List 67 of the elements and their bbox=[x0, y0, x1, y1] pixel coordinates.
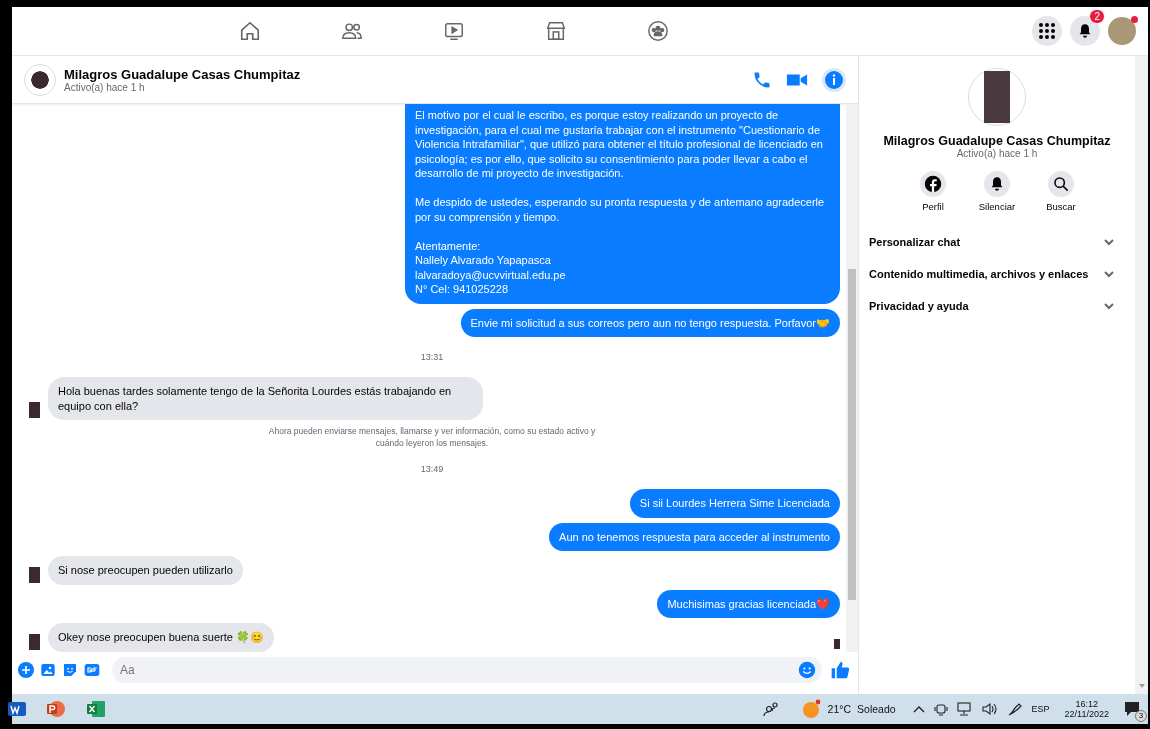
network-icon[interactable] bbox=[956, 702, 973, 716]
account-avatar[interactable] bbox=[1108, 17, 1136, 45]
temperature: 21°C bbox=[827, 703, 852, 715]
shop-icon bbox=[545, 20, 567, 42]
thumbs-up-icon[interactable] bbox=[830, 660, 850, 680]
section-header[interactable]: Contenido multimedia, archivos y enlaces bbox=[859, 258, 1135, 290]
received-message: Hola buenas tardes solamente tengo de la Señorita Lourdes estás trabajando en equipo con ella? bbox=[48, 377, 483, 420]
mute-button[interactable] bbox=[984, 171, 1010, 197]
image-icon[interactable] bbox=[40, 662, 56, 678]
received-message: Okey nose preocupen buena suerte 🍀😊 bbox=[48, 623, 274, 652]
weather-condition: Soleado bbox=[857, 703, 896, 715]
sun-icon[interactable] bbox=[801, 699, 822, 719]
info-icon[interactable] bbox=[822, 67, 846, 92]
plus-icon[interactable] bbox=[18, 662, 34, 678]
video-icon bbox=[443, 20, 465, 42]
notification-count: 3 bbox=[1135, 710, 1147, 722]
contact-status: Activo(a) hace 1 h bbox=[64, 81, 145, 93]
sender-avatar bbox=[29, 402, 40, 418]
action-label: Perfil bbox=[922, 201, 944, 212]
read-receipt-avatar bbox=[834, 638, 840, 649]
chevron-up-icon[interactable] bbox=[912, 704, 925, 714]
timestamp: 13:49 bbox=[420, 463, 444, 476]
people-icon bbox=[341, 20, 363, 42]
received-message: Si nose preocupen pueden utilizarlo bbox=[48, 556, 243, 585]
bell-icon bbox=[989, 176, 1005, 192]
profile-status: Activo(a) hace 1 h bbox=[956, 148, 1038, 159]
pen-icon[interactable] bbox=[1006, 701, 1023, 717]
powerpoint-app-icon[interactable] bbox=[46, 699, 66, 719]
action-label: Buscar bbox=[1046, 201, 1076, 212]
grid-icon bbox=[1038, 22, 1056, 40]
apps-menu-button[interactable] bbox=[1032, 16, 1062, 46]
speaker-icon[interactable] bbox=[981, 702, 998, 716]
excel-app-icon[interactable] bbox=[86, 699, 106, 719]
action-label: Silenciar bbox=[978, 201, 1016, 212]
search-button[interactable] bbox=[1048, 171, 1074, 197]
notifications-icon[interactable] bbox=[1124, 701, 1142, 717]
clock-time[interactable]: 16:12 bbox=[1075, 699, 1099, 709]
clock-date[interactable]: 22/11/2022 bbox=[1064, 709, 1109, 719]
meet-icon[interactable] bbox=[933, 701, 948, 717]
scrollbar[interactable] bbox=[846, 104, 858, 652]
section-header[interactable]: Personalizar chat bbox=[859, 226, 1135, 258]
message-input[interactable]: Aa bbox=[112, 657, 822, 683]
language-indicator[interactable]: ESP bbox=[1031, 704, 1050, 714]
contact-name: Milagros Guadalupe Casas Chumpitaz bbox=[64, 66, 301, 82]
contact-avatar bbox=[24, 63, 56, 96]
sent-message: El motivo por el cual le escribo, es porque estoy realizando un proyecto de investigación, para el cual me gustaría trabajar con el instrumento "Cuestionario de Violencia Intrafamiliar", que utilizó para obtener el título profesional de licenciado en psicología; es por ello, que solicito su consentimiento para poder llevar a cabo el desarrollo de mi proyecto de investigación. Me despido de ustedes, esperando su pronta respuesta y de antemano agradecerle por su comprensión y tiempo. Atentamente: Nallely Alvarado Yapapasca lalvaradoya@ucvvirtual.edu.pe N° Cel: 941025228 bbox=[405, 104, 840, 304]
profile-button[interactable] bbox=[920, 171, 946, 197]
notification-badge: 2 bbox=[1089, 9, 1105, 24]
gif-icon[interactable] bbox=[84, 662, 100, 678]
home-icon bbox=[239, 20, 261, 42]
people-icon[interactable] bbox=[762, 701, 779, 717]
facebook-icon bbox=[924, 175, 942, 193]
groups-icon bbox=[647, 20, 669, 42]
sender-avatar bbox=[29, 633, 40, 650]
search-icon bbox=[1053, 176, 1069, 192]
bell-icon bbox=[1077, 23, 1093, 39]
sender-avatar bbox=[29, 566, 40, 583]
section-header[interactable]: Privacidad y ayuda bbox=[859, 290, 1135, 322]
word-app-icon[interactable] bbox=[8, 700, 26, 718]
sticker-icon[interactable] bbox=[62, 662, 78, 678]
sent-message: Si sii Lourdes Herrera Sime Licenciada bbox=[629, 489, 840, 518]
sent-message: Envie mi solicitud a sus correos pero aun no tengo respuesta. Porfavor🤝 bbox=[460, 308, 840, 337]
sent-message: Aun no tenemos respuesta para acceder al instrumento bbox=[549, 522, 840, 551]
timestamp: 13:31 bbox=[420, 351, 444, 364]
sent-message: Muchisimas gracias licenciada❤ bbox=[657, 589, 840, 618]
system-notice: Ahora pueden enviarse mensajes, llamarse y ver información, como su estado activo y cuándo leyeron los mensajes. bbox=[267, 425, 597, 449]
profile-name: Milagros Guadalupe Casas Chumpitaz bbox=[883, 134, 1111, 148]
